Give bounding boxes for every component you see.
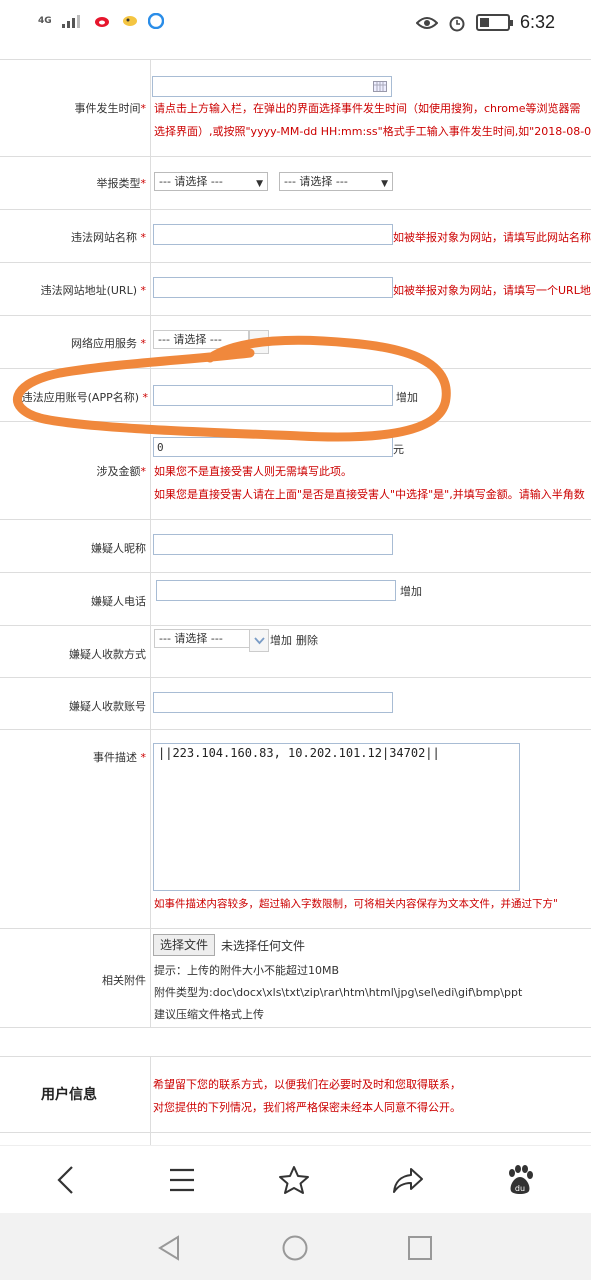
choose-file-button[interactable]: 选择文件	[153, 934, 216, 956]
browser-app-icon	[147, 13, 164, 29]
suspect-payment-row: 嫌疑人收款方式 --- 请选择 --- 增加 删除	[0, 626, 591, 678]
svg-text:du: du	[515, 1184, 525, 1193]
orange-circle-annotation	[13, 335, 451, 442]
browser-toolbar: du	[0, 1145, 591, 1213]
user-info-note-2: 对您提供的下列情况，我们将严格保密未经本人同意不得公开。	[153, 1101, 461, 1114]
chevron-down-icon	[254, 637, 265, 645]
suspect-nick-input[interactable]	[153, 534, 393, 555]
suspect-account-label: 嫌疑人收款账号	[69, 700, 146, 713]
weibo-app-icon	[94, 17, 109, 27]
suspect-payment-dropdown-button[interactable]	[249, 629, 269, 652]
star-icon[interactable]	[274, 1160, 314, 1200]
suspect-phone-add-link[interactable]: 增加	[400, 583, 422, 599]
suspect-phone-input[interactable]	[156, 580, 396, 601]
signal-icon	[61, 15, 80, 28]
table-divider	[150, 1133, 151, 1145]
menu-icon[interactable]	[162, 1160, 202, 1200]
user-info-note-1: 希望留下您的联系方式，以便我们在必要时及时和您取得联系，	[153, 1078, 461, 1091]
back-icon[interactable]	[46, 1160, 86, 1200]
description-row: 事件描述 * 如事件描述内容较多，超过输入字数限制，可将相关内容保存为文本文件，…	[0, 730, 591, 929]
report-form: 事件发生时间* 请点击上方输入栏，在弹出的界面选择事件发生时间（如使用搜狗，ch…	[0, 48, 591, 1145]
attachment-tip-types: 附件类型为:doc\docx\xls\txt\zip\rar\htm\html\…	[154, 986, 523, 999]
square-recent-icon[interactable]	[403, 1231, 437, 1265]
attachment-label: 相关附件	[102, 974, 146, 987]
share-icon[interactable]	[388, 1160, 428, 1200]
clock: 6:32	[519, 12, 555, 32]
alarm-icon	[449, 16, 465, 31]
suspect-payment-add-link[interactable]: 增加	[270, 632, 292, 648]
status-bar: 4G 6:32	[0, 0, 591, 48]
user-info-row: 用户信息 希望留下您的联系方式，以便我们在必要时及时和您取得联系， 对您提供的下…	[0, 1056, 591, 1133]
notification-app-icon	[122, 16, 137, 26]
description-label: 事件描述 *	[93, 751, 146, 764]
suspect-phone-label: 嫌疑人电话	[91, 595, 146, 608]
suspect-phone-row: 嫌疑人电话 增加	[0, 573, 591, 626]
suspect-payment-label: 嫌疑人收款方式	[69, 648, 146, 661]
suspect-payment-delete-link[interactable]: 删除	[296, 632, 318, 648]
battery-icon	[475, 14, 513, 31]
circle-home-icon[interactable]	[278, 1231, 312, 1265]
suspect-account-input[interactable]	[153, 692, 393, 713]
suspect-nick-label: 嫌疑人昵称	[91, 542, 146, 555]
description-textarea[interactable]	[153, 743, 520, 891]
baidu-paw-icon[interactable]: du	[500, 1160, 540, 1200]
amount-hint-2: 如果您是直接受害人请在上面"是否是直接受害人"中选择"是",并填写金额。请输入半…	[154, 488, 585, 501]
suspect-account-row: 嫌疑人收款账号	[0, 678, 591, 730]
network-type: 4G	[38, 15, 52, 26]
suspect-nick-row: 嫌疑人昵称	[0, 520, 591, 573]
no-file-text: 未选择任何文件	[221, 939, 306, 953]
triangle-back-icon[interactable]	[152, 1231, 186, 1265]
description-hint: 如事件描述内容较多，超过输入字数限制，可将相关内容保存为文本文件，并通过下方"	[154, 898, 558, 910]
eye-comfort-icon	[415, 16, 438, 29]
attachment-tip-size: 提示：上传的附件大小不能超过10MB	[154, 964, 340, 977]
suspect-payment-select[interactable]: --- 请选择 ---	[154, 629, 250, 648]
system-navigation-bar	[0, 1213, 591, 1280]
attachment-row: 相关附件 选择文件 未选择任何文件 提示：上传的附件大小不能超过10MB 附件类…	[0, 929, 591, 1028]
user-info-title: 用户信息	[41, 1087, 97, 1103]
attachment-tip-compress: 建议压缩文件格式上传	[154, 1008, 264, 1021]
